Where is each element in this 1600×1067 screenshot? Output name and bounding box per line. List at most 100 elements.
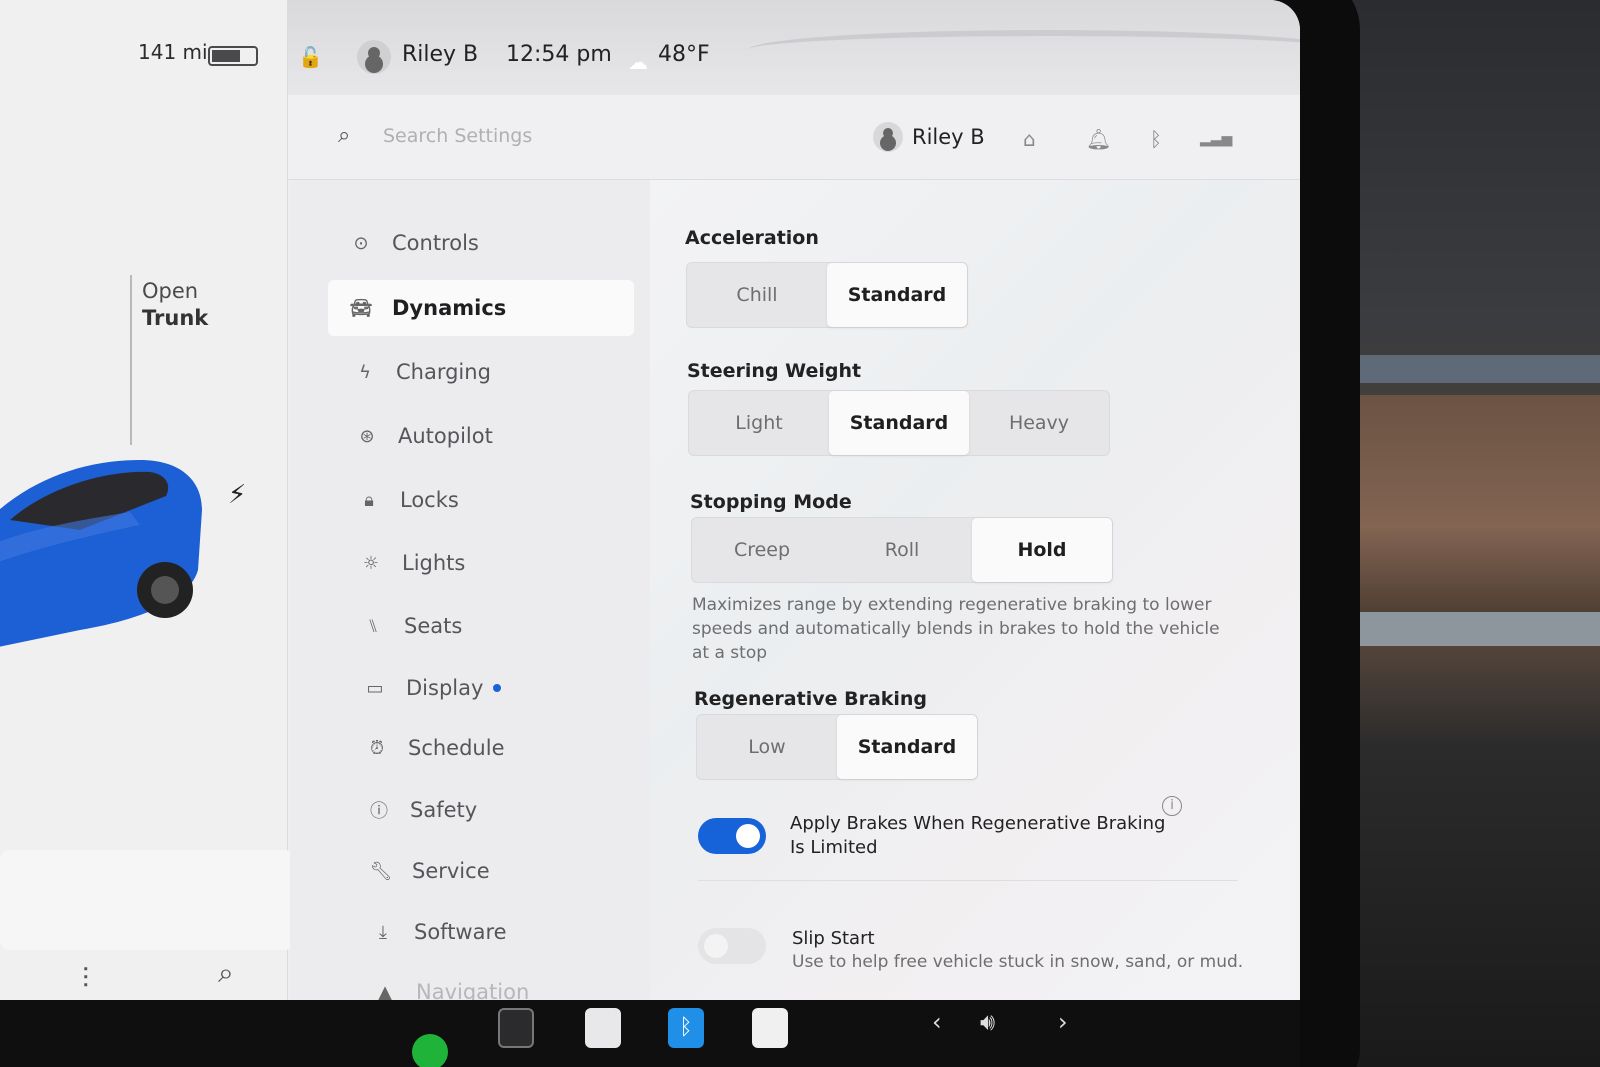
- nav-item-dynamics[interactable]: 🚘︎ Dynamics: [328, 280, 634, 336]
- trunk-label: Trunk: [142, 306, 209, 330]
- map-background: [748, 30, 1300, 70]
- toggle-icon: ⊙: [353, 232, 369, 254]
- nav-item-label: Display: [406, 676, 484, 700]
- manual-app-icon[interactable]: [585, 1008, 621, 1048]
- regen-standard-option[interactable]: Standard: [837, 715, 977, 779]
- settings-header: ⌕ Riley B ⌂ 🔔︎ ᛒ ▂▃▅: [288, 95, 1300, 180]
- avatar[interactable]: [357, 40, 391, 74]
- search-icon[interactable]: ⌕: [218, 956, 234, 990]
- battery-icon: [208, 46, 258, 66]
- divider: [698, 880, 1238, 881]
- stopping-mode-description: Maximizes range by extending regenerativ…: [692, 595, 1220, 663]
- nav-item-controls[interactable]: ⊙ Controls: [328, 215, 634, 271]
- slip-start-title: Slip Start: [792, 928, 875, 949]
- bell-icon[interactable]: 🔔︎: [1086, 127, 1111, 151]
- download-icon: ⤓: [379, 921, 387, 943]
- car-image: [0, 460, 202, 647]
- dashboard-wood-trim: [1330, 395, 1600, 615]
- acceleration-standard-option[interactable]: Standard: [827, 263, 967, 327]
- stopping-creep-option[interactable]: Creep: [692, 518, 832, 582]
- alert-circle-icon: ⓘ: [370, 801, 388, 822]
- stopping-roll-option[interactable]: Roll: [832, 518, 972, 582]
- nav-item-label: Dynamics: [392, 296, 507, 320]
- touchscreen: 141 mi Open Trunk ⚡ ⫶ ⌕ 🔓 Riley B 12:54 …: [0, 0, 1300, 1000]
- nav-item-lights[interactable]: ☼ Lights: [338, 535, 644, 591]
- calendar-app-icon[interactable]: [752, 1008, 788, 1048]
- apply-brakes-label: Apply Brakes When Regenerative Braking I…: [790, 813, 1166, 858]
- nav-item-service[interactable]: 🔧︎ Service: [348, 843, 654, 899]
- search-input[interactable]: [383, 120, 783, 152]
- nav-item-navigation[interactable]: ▲ Navigation: [352, 964, 658, 1000]
- car-panel-toolbar: ⫶ ⌕: [0, 950, 295, 1000]
- bluetooth-icon[interactable]: ᛒ: [1150, 127, 1162, 151]
- nav-item-label: Service: [412, 859, 490, 883]
- alarm-clock-icon: ⏰︎: [369, 737, 385, 759]
- charging-bolt-icon: ⚡: [228, 480, 247, 510]
- nav-item-software[interactable]: ⤓ Software: [350, 904, 656, 960]
- steering-light-option[interactable]: Light: [689, 391, 829, 455]
- nav-item-label: Locks: [400, 488, 459, 512]
- open-trunk-button[interactable]: Open Trunk: [142, 278, 208, 332]
- stopping-hold-option[interactable]: Hold: [972, 518, 1112, 582]
- regen-low-option[interactable]: Low: [697, 715, 837, 779]
- nav-item-label: Schedule: [408, 736, 505, 760]
- nav-item-label: Lights: [402, 551, 466, 575]
- dynamics-settings: Acceleration Chill Standard Steering Wei…: [650, 180, 1300, 1000]
- nav-item-label: Navigation: [416, 980, 530, 1000]
- unlock-icon[interactable]: 🔓: [298, 45, 323, 69]
- dashboard-strip: [1330, 355, 1600, 383]
- lock-icon: 🔒︎: [364, 489, 374, 511]
- stopping-mode-title: Stopping Mode: [690, 491, 852, 513]
- regenerative-braking-selector: Low Standard: [696, 714, 978, 780]
- outside-temperature: 48°F: [658, 42, 710, 67]
- nav-item-label: Safety: [410, 798, 478, 822]
- acceleration-chill-option[interactable]: Chill: [687, 263, 827, 327]
- settings-nav: ⊙ Controls 🚘︎ Dynamics ϟ Charging ⊛ Autopilo…: [290, 180, 650, 1000]
- info-icon[interactable]: i: [1162, 796, 1182, 816]
- acceleration-selector: Chill Standard: [686, 262, 968, 328]
- nav-item-display[interactable]: ▭ Display: [342, 660, 648, 716]
- profile-name[interactable]: Riley B: [912, 125, 985, 149]
- sun-icon: ☼: [362, 552, 380, 574]
- nav-item-charging[interactable]: ϟ Charging: [332, 344, 638, 400]
- home-icon[interactable]: ⌂: [1023, 127, 1036, 151]
- nav-item-label: Seats: [404, 614, 463, 638]
- open-label: Open: [142, 279, 199, 303]
- search-icon: ⌕: [338, 123, 351, 148]
- nav-item-label: Software: [414, 920, 507, 944]
- cloud-icon: ☁: [628, 50, 648, 74]
- steering-weight-title: Steering Weight: [687, 360, 862, 382]
- equalizer-icon[interactable]: ⫶: [82, 962, 89, 996]
- nav-item-seats[interactable]: ⑊ Seats: [340, 598, 646, 654]
- chevron-right-icon[interactable]: ›: [1058, 1008, 1068, 1036]
- app-dock: ᛒ ‹ 🔊︎ ›: [0, 1000, 1300, 1067]
- bluetooth-app-icon[interactable]: ᛒ: [668, 1008, 704, 1048]
- nav-item-label: Controls: [392, 231, 479, 255]
- steering-wheel-icon: ⊛: [359, 425, 375, 447]
- steering-heavy-option[interactable]: Heavy: [969, 391, 1109, 455]
- volume-icon[interactable]: 🔊︎: [980, 1008, 995, 1036]
- steering-standard-option[interactable]: Standard: [829, 391, 969, 455]
- car-icon: 🚘︎: [349, 297, 373, 319]
- nav-item-safety[interactable]: ⓘ Safety: [346, 782, 652, 838]
- nav-item-schedule[interactable]: ⏰︎ Schedule: [344, 720, 650, 776]
- steering-weight-selector: Light Standard Heavy: [688, 390, 1110, 456]
- stopping-mode-selector: Creep Roll Hold: [691, 517, 1113, 583]
- car-panel: 141 mi Open Trunk ⚡ ⫶ ⌕: [0, 0, 295, 1000]
- nav-item-locks[interactable]: 🔒︎ Locks: [336, 472, 642, 528]
- chevron-left-icon[interactable]: ‹: [932, 1008, 942, 1036]
- clock: 12:54 pm: [506, 42, 612, 67]
- seat-icon: ⑊: [367, 615, 379, 637]
- phone-app-icon[interactable]: [412, 1034, 448, 1067]
- apply-brakes-toggle[interactable]: [698, 818, 766, 854]
- bolt-icon: ϟ: [359, 361, 371, 383]
- slip-start-toggle[interactable]: [698, 928, 766, 964]
- status-user-name[interactable]: Riley B: [402, 42, 478, 67]
- dashboard-metal-trim: [1330, 612, 1600, 646]
- dashcam-app-icon[interactable]: [498, 1008, 534, 1048]
- nav-item-autopilot[interactable]: ⊛ Autopilot: [334, 408, 640, 464]
- acceleration-title: Acceleration: [685, 227, 819, 249]
- nav-item-label: Charging: [396, 360, 491, 384]
- avatar[interactable]: [873, 122, 903, 152]
- lte-signal-icon: ▂▃▅: [1200, 131, 1233, 147]
